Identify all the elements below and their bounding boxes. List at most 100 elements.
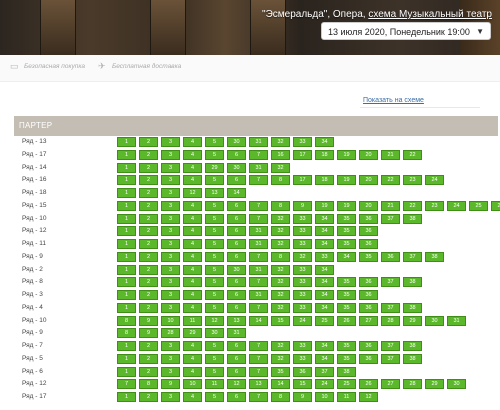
- seat-button[interactable]: 8: [271, 251, 290, 262]
- seat-button[interactable]: 4: [183, 341, 202, 351]
- seat-button[interactable]: 17: [293, 149, 312, 160]
- seat-button[interactable]: 35: [337, 213, 356, 224]
- seat-button[interactable]: 37: [381, 302, 400, 313]
- seat-button[interactable]: 6: [227, 353, 246, 364]
- seat-button[interactable]: 5: [205, 137, 224, 147]
- seat-button[interactable]: 6: [227, 200, 246, 211]
- seat-button[interactable]: 2: [139, 290, 158, 300]
- seat-button[interactable]: 37: [381, 341, 400, 351]
- seat-button[interactable]: 30: [425, 315, 444, 326]
- seat-button[interactable]: 1: [117, 213, 136, 224]
- seat-button[interactable]: 1: [117, 162, 136, 173]
- seat-button[interactable]: 34: [337, 251, 356, 262]
- seat-button[interactable]: 3: [161, 213, 180, 224]
- seat-button[interactable]: 33: [293, 353, 312, 364]
- seat-button[interactable]: 2: [139, 239, 158, 249]
- seat-button[interactable]: 3: [161, 353, 180, 364]
- venue-scheme-link[interactable]: схема Музыкальный театр: [368, 9, 492, 20]
- seat-button[interactable]: 31: [249, 226, 268, 237]
- seat-button[interactable]: 7: [249, 277, 268, 288]
- seat-button[interactable]: 19: [337, 149, 356, 160]
- seat-button[interactable]: 14: [271, 379, 290, 390]
- seat-button[interactable]: 14: [249, 315, 268, 326]
- seat-button[interactable]: 33: [293, 277, 312, 288]
- seat-button[interactable]: 1: [117, 239, 136, 249]
- seat-button[interactable]: 4: [183, 175, 202, 186]
- seat-button[interactable]: 3: [161, 277, 180, 288]
- seat-button[interactable]: 1: [117, 392, 136, 402]
- seat-button[interactable]: 37: [381, 277, 400, 288]
- seat-button[interactable]: 3: [161, 188, 180, 198]
- seat-button[interactable]: 36: [293, 366, 312, 377]
- seat-button[interactable]: 4: [183, 149, 202, 160]
- seat-button[interactable]: 36: [359, 239, 378, 249]
- seat-button[interactable]: 11: [205, 379, 224, 390]
- seat-button[interactable]: 33: [293, 137, 312, 147]
- seat-button[interactable]: 2: [139, 277, 158, 288]
- seat-button[interactable]: 34: [315, 277, 334, 288]
- seat-button[interactable]: 26: [337, 315, 356, 326]
- seat-button[interactable]: 4: [183, 137, 202, 147]
- seat-button[interactable]: 34: [315, 264, 334, 275]
- seat-button[interactable]: 4: [183, 353, 202, 364]
- seat-button[interactable]: 6: [227, 290, 246, 300]
- seat-button[interactable]: 12: [359, 392, 378, 402]
- seat-button[interactable]: 3: [161, 264, 180, 275]
- seat-button[interactable]: 3: [161, 251, 180, 262]
- seat-button[interactable]: 6: [227, 302, 246, 313]
- seat-button[interactable]: 6: [227, 239, 246, 249]
- seat-button[interactable]: 1: [117, 353, 136, 364]
- seat-button[interactable]: 9: [139, 328, 158, 339]
- seat-button[interactable]: 3: [161, 162, 180, 173]
- seat-button[interactable]: 19: [337, 175, 356, 186]
- seat-button[interactable]: 38: [403, 353, 422, 364]
- seat-button[interactable]: 1: [117, 200, 136, 211]
- seat-button[interactable]: 5: [205, 302, 224, 313]
- seat-button[interactable]: 1: [117, 137, 136, 147]
- seat-button[interactable]: 4: [183, 290, 202, 300]
- seat-button[interactable]: 23: [403, 175, 422, 186]
- seat-button[interactable]: 5: [205, 277, 224, 288]
- seat-button[interactable]: 32: [271, 302, 290, 313]
- seat-button[interactable]: 5: [205, 239, 224, 249]
- seat-button[interactable]: 4: [183, 200, 202, 211]
- seat-button[interactable]: 5: [205, 213, 224, 224]
- seat-button[interactable]: 36: [359, 302, 378, 313]
- seat-button[interactable]: 8: [271, 175, 290, 186]
- seat-button[interactable]: 29: [183, 328, 202, 339]
- seat-button[interactable]: 33: [293, 302, 312, 313]
- seat-button[interactable]: 7: [249, 341, 268, 351]
- seat-button[interactable]: 21: [381, 149, 400, 160]
- seat-button[interactable]: 34: [315, 239, 334, 249]
- seat-button[interactable]: 3: [161, 290, 180, 300]
- seat-button[interactable]: 6: [227, 277, 246, 288]
- seat-button[interactable]: 7: [249, 302, 268, 313]
- seat-button[interactable]: 5: [205, 353, 224, 364]
- seat-button[interactable]: 33: [315, 251, 334, 262]
- seat-button[interactable]: 10: [161, 315, 180, 326]
- seat-button[interactable]: 2: [139, 137, 158, 147]
- seat-button[interactable]: 4: [183, 264, 202, 275]
- seat-button[interactable]: 24: [293, 315, 312, 326]
- seat-button[interactable]: 18: [315, 175, 334, 186]
- seat-button[interactable]: 35: [271, 366, 290, 377]
- seat-button[interactable]: 25: [315, 315, 334, 326]
- seat-button[interactable]: 32: [271, 341, 290, 351]
- seat-button[interactable]: 6: [227, 251, 246, 262]
- seat-button[interactable]: 34: [315, 213, 334, 224]
- seat-button[interactable]: 7: [249, 366, 268, 377]
- seat-button[interactable]: 5: [205, 366, 224, 377]
- seat-button[interactable]: 37: [381, 353, 400, 364]
- seat-button[interactable]: 11: [337, 392, 356, 402]
- seat-button[interactable]: 5: [205, 175, 224, 186]
- seat-button[interactable]: 1: [117, 302, 136, 313]
- seat-button[interactable]: 36: [359, 226, 378, 237]
- seat-button[interactable]: 5: [205, 392, 224, 402]
- seat-button[interactable]: 1: [117, 264, 136, 275]
- seat-button[interactable]: 2: [139, 175, 158, 186]
- seat-button[interactable]: 36: [359, 341, 378, 351]
- seat-button[interactable]: 8: [117, 315, 136, 326]
- seat-button[interactable]: 15: [271, 315, 290, 326]
- seat-button[interactable]: 11: [183, 315, 202, 326]
- seat-button[interactable]: 15: [293, 379, 312, 390]
